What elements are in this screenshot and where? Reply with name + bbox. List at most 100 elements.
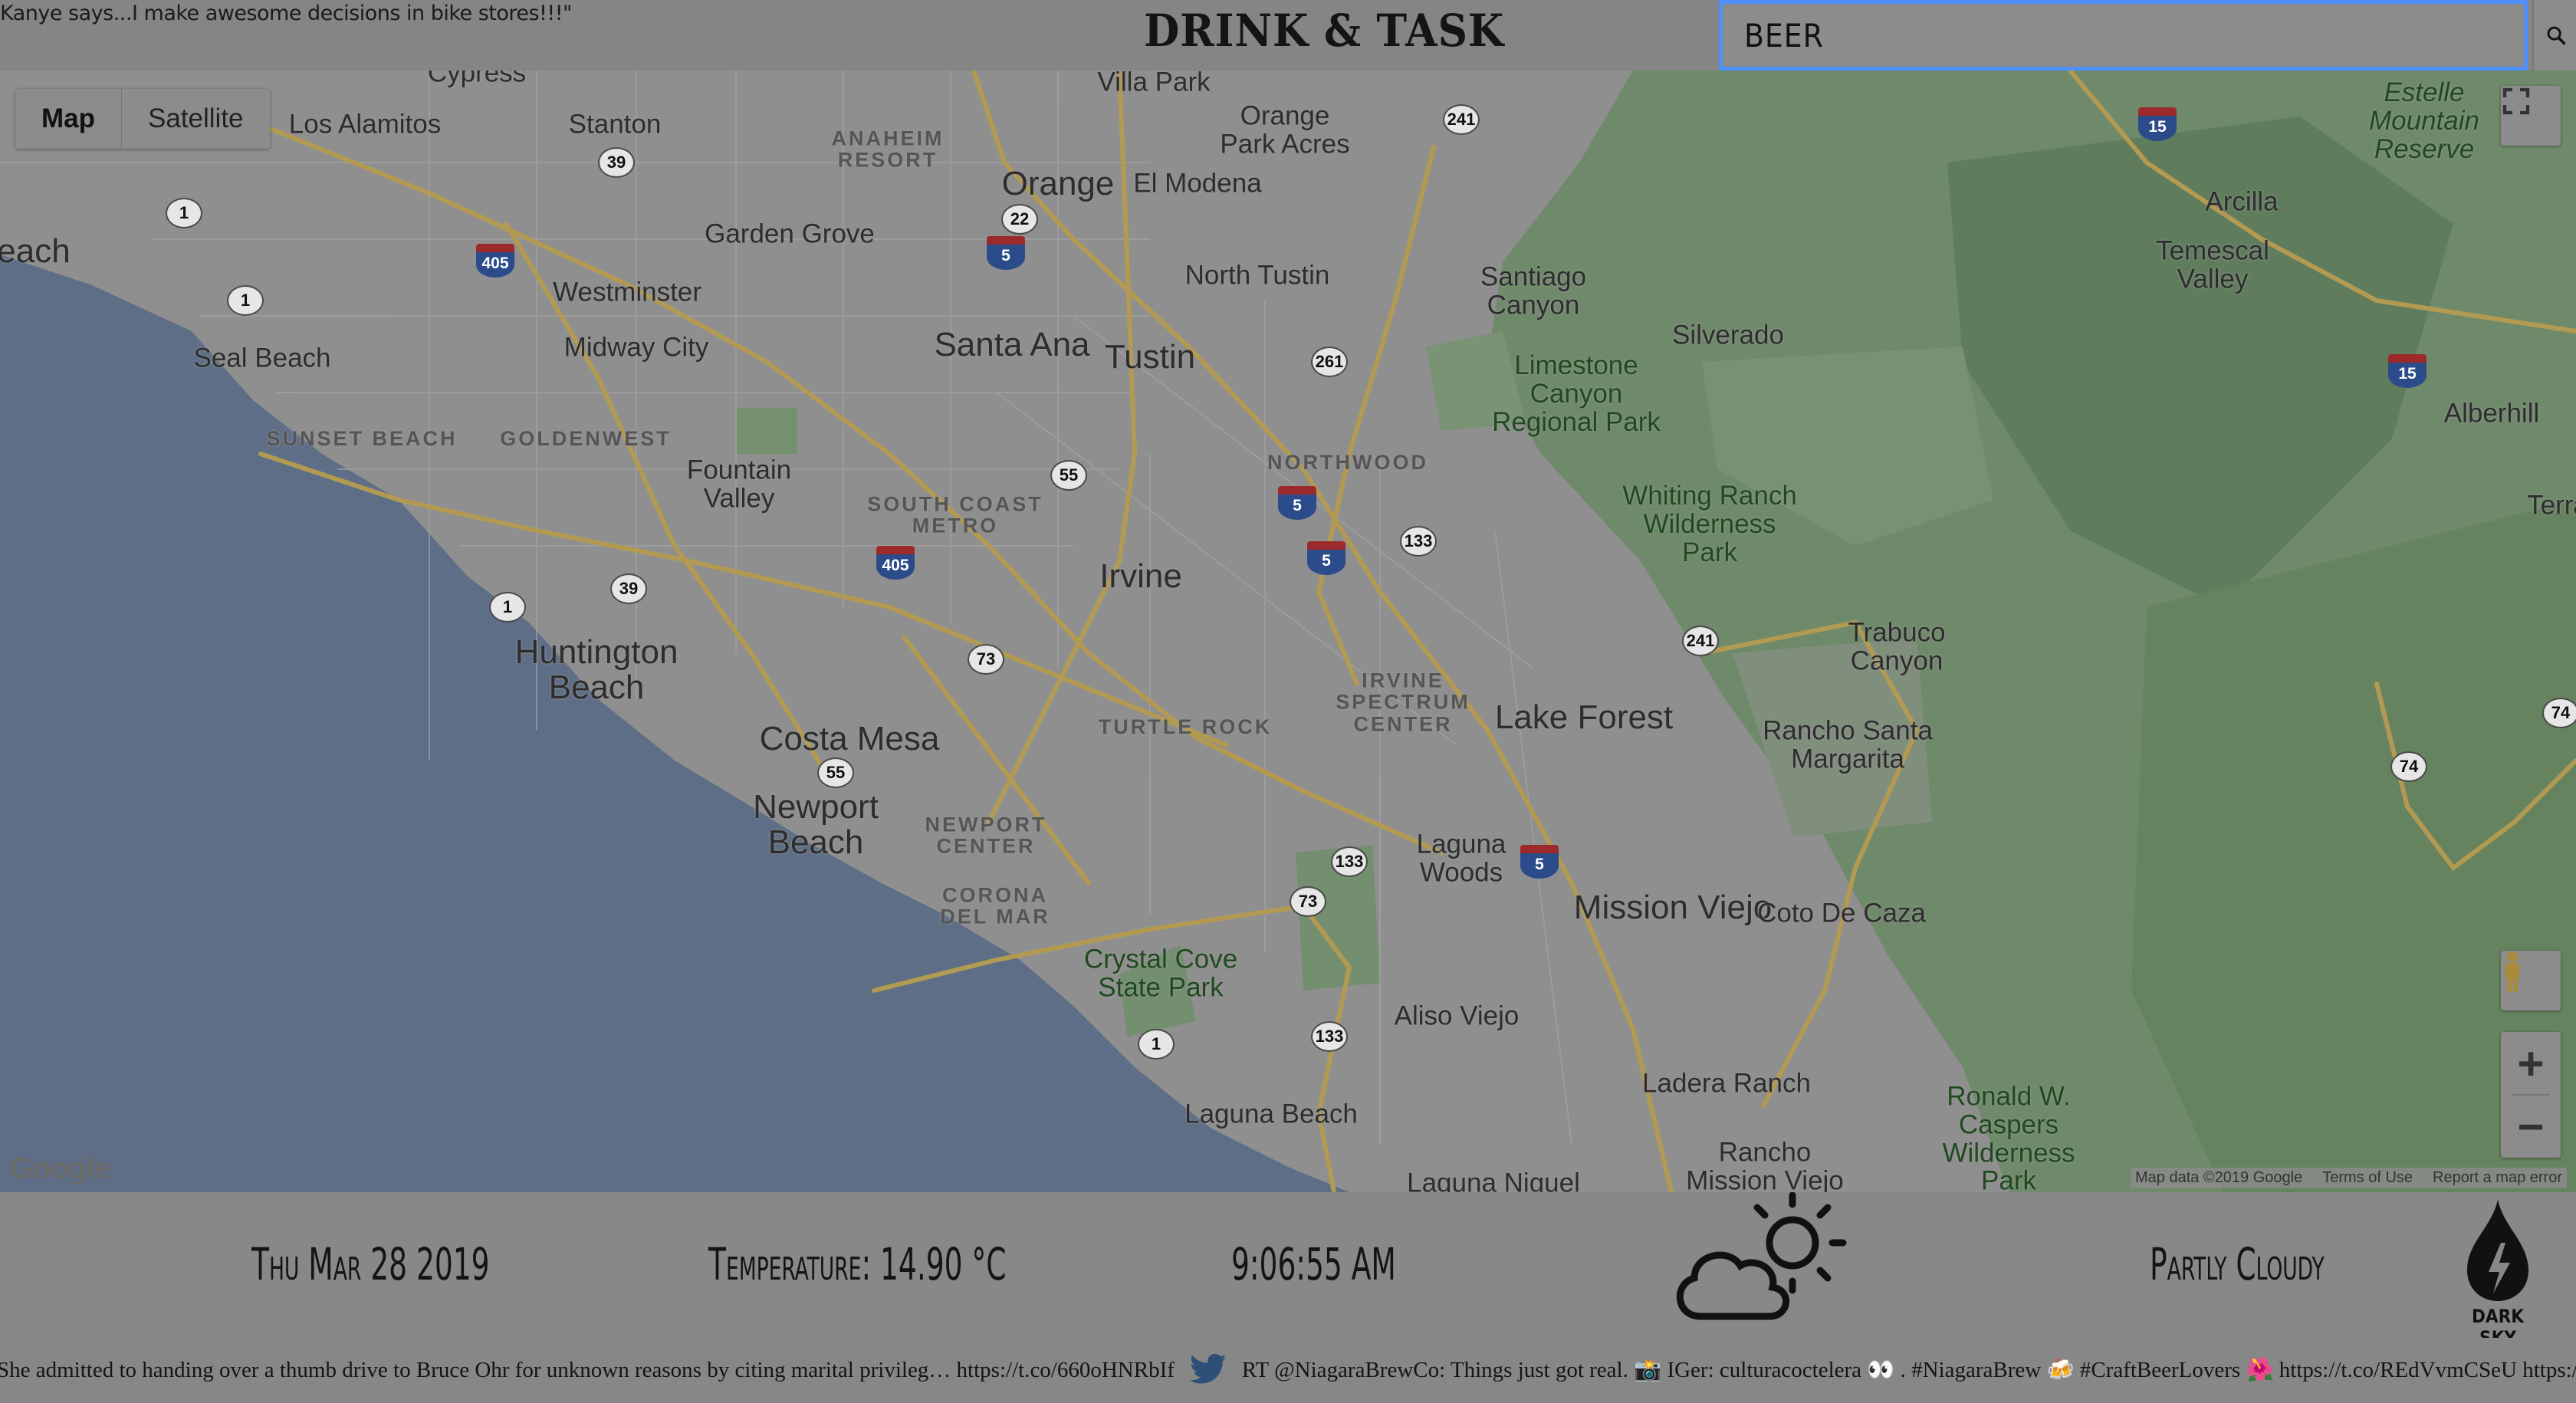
map-type-map-button[interactable]: Map [15,89,122,149]
kanye-quote: Kanye says...I make awesome decisions in… [0,2,572,25]
map-label-turtle-rock: TURTLE ROCK [1098,715,1273,738]
map-label-stanton: Stanton [568,109,662,140]
route-shield: 1 [1138,1029,1175,1060]
route-shield: 74 [2390,751,2427,782]
interstate-shield: 5 [1307,541,1346,575]
search-input[interactable] [1719,0,2528,71]
twitter-icon [1189,1353,1227,1384]
map-type-control: Map Satellite [15,89,270,149]
route-shield: 73 [1290,886,1326,917]
map-label-villa-park: Villa Park [1097,71,1211,97]
ticker-track: She admitted to handing over a thumb dri… [0,1353,2576,1387]
map-label-limestone-canyon: Limestone Canyon Regional Park [1492,350,1661,437]
map-label-north-tustin: North Tustin [1184,260,1330,291]
zoom-control: + − [2501,1032,2561,1158]
map-label-alberhill: Alberhill [2443,398,2540,429]
route-shield: 55 [817,757,854,788]
temperature-readout: Temperature: 14.90 °C [708,1238,1007,1290]
map-attribution-bar: Map data ©2019 Google Terms of Use Repor… [2130,1168,2567,1188]
map-label-orange: Orange [1001,164,1115,202]
interstate-shield: 15 [2138,107,2177,141]
route-shield: 261 [1311,347,1348,377]
partly-cloudy-day-icon [1676,1192,1847,1320]
route-shield: 1 [166,198,202,228]
map-label-newport-center: NEWPORT CENTER [925,813,1047,858]
route-shield: 1 [489,592,526,623]
map-label-los-alamitos: Los Alamitos [288,109,442,140]
map-label-anaheim-resort: ANAHEIM RESORT [831,127,945,172]
terms-of-use-link[interactable]: Terms of Use [2322,1169,2413,1187]
route-shield: 39 [610,573,647,604]
interstate-shield: 405 [476,244,514,278]
tweet-text[interactable]: RT @NiagaraBrewCo: Things just got real.… [1242,1357,2576,1383]
route-shield: 39 [598,147,635,178]
map-label-santiago-canyon: Santiago Canyon [1480,261,1587,320]
map-label-estelle-mountain: Estelle Mountain Reserve [2369,77,2479,164]
map-label-seal-beach: Seal Beach [193,343,331,373]
fullscreen-button[interactable] [2501,86,2561,146]
pegman-icon [2505,951,2520,992]
street-view-button[interactable] [2501,951,2561,1010]
interstate-shield: 5 [987,236,1025,270]
map-label-whiting-ranch: Whiting Ranch Wilderness Park [1622,480,1797,567]
weather-info-bar: Thu Mar 28 2019 Temperature: 14.90 °C 9:… [0,1192,2576,1349]
map-label-cypress: Cypress [427,71,527,88]
route-shield: 241 [1443,104,1480,135]
map-label-el-modena: El Modena [1133,168,1262,199]
interstate-shield: 15 [2388,354,2426,388]
map-attribution: Map data ©2019 Google [2134,1169,2303,1186]
map-label-temescal-valley: Temescal Valley [2156,235,2269,294]
route-shield: 1 [227,285,264,316]
map-label-laguna-beach: Laguna Beach [1184,1099,1358,1129]
map-label-terra: Terra [2527,490,2576,521]
map-label-trabuco-canyon: Trabuco Canyon [1848,617,1946,675]
interstate-shield: 405 [876,546,915,580]
current-date: Thu Mar 28 2019 [251,1238,490,1290]
dark-sky-icon [2467,1200,2528,1301]
map-label-tustin: Tustin [1104,337,1196,376]
map-label-goldenwest: GOLDENWEST [500,426,672,450]
zoom-in-button[interactable]: + [2501,1032,2561,1095]
map-label-irvine-spectrum: IRVINE SPECTRUM CENTER [1336,669,1470,736]
zoom-divider [2512,1094,2550,1096]
map-label-ladera-ranch: Ladera Ranch [1642,1068,1811,1099]
route-shield: 73 [968,644,1004,675]
google-logo[interactable]: Google [9,1152,111,1186]
map-label-ronald-caspers: Ronald W. Caspers Wilderness Park [1942,1081,2075,1192]
map-label-newport-beach: Newport Beach [753,787,879,861]
interstate-shield: 5 [1278,486,1316,520]
tweet-text[interactable]: She admitted to handing over a thumb dri… [0,1358,1175,1383]
map-view[interactable]: Cypress Villa Park Los Alamitos Stanton … [0,71,2576,1192]
route-shield: 55 [1050,460,1087,491]
route-shield: 133 [1311,1021,1348,1052]
route-shield: 133 [1400,526,1437,557]
map-label-westminster: Westminster [553,277,702,307]
zoom-out-button[interactable]: − [2501,1095,2561,1158]
map-label-laguna-niguel: Laguna Niguel [1407,1168,1580,1192]
map-label-silverado: Silverado [1672,320,1784,350]
dark-sky-logo[interactable]: DARK SKY [2458,1197,2538,1349]
weather-summary: Partly Cloudy [2150,1238,2325,1290]
map-label-corona-del-mar: CORONA DEL MAR [940,883,1050,928]
search-icon [2547,26,2565,45]
search-button[interactable] [2532,0,2576,71]
map-label-irvine: Irvine [1099,557,1182,595]
map-label-garden-grove: Garden Grove [705,219,875,249]
map-type-satellite-button[interactable]: Satellite [122,89,270,149]
report-map-error-link[interactable]: Report a map error [2433,1169,2562,1187]
map-label-orange-park-acres: Orange Park Acres [1220,100,1350,159]
tweet-ticker: She admitted to handing over a thumb dri… [0,1338,2576,1403]
map-label-santa-ana: Santa Ana [934,325,1090,363]
route-shield: 241 [1682,626,1719,656]
app-title: DRINK & TASK [1144,5,1505,57]
map-label-sunset-beach: SUNSET BEACH [266,426,458,450]
map-label-costa-mesa: Costa Mesa [759,719,940,757]
route-shield: 133 [1331,846,1368,877]
map-label-rancho-santa-margarita: Rancho Santa Margarita [1763,715,1933,774]
route-shield: 22 [1001,204,1038,235]
interstate-shield: 5 [1520,845,1559,879]
map-label-fountain-valley: Fountain Valley [686,455,792,513]
map-label-lake-forest: Lake Forest [1494,698,1674,736]
map-label-crystal-cove: Crystal Cove State Park [1083,944,1238,1002]
search-bar [1711,0,2576,77]
